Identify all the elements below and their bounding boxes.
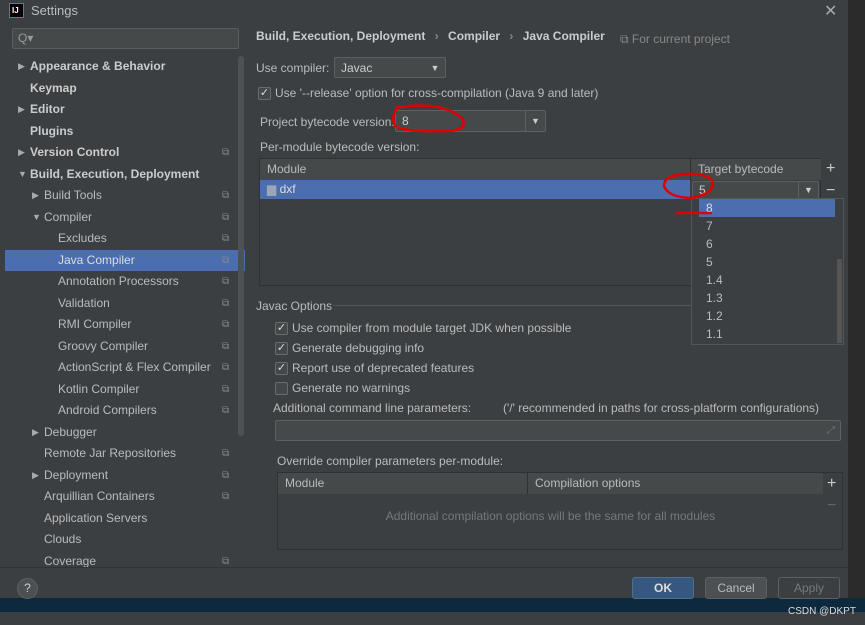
annotation-circle: [662, 172, 714, 200]
annotation-circle: [392, 104, 465, 133]
red-annotations: [392, 104, 714, 215]
